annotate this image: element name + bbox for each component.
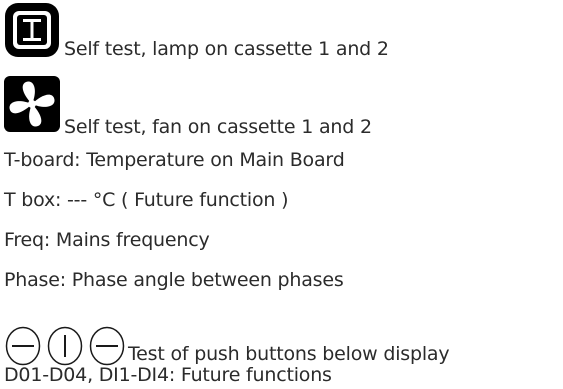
t-box-description: T box: --- °C ( Future function )	[4, 189, 289, 211]
lamp-icon	[5, 3, 59, 57]
minus-button-icon	[5, 326, 41, 366]
fan-test-label: Self test, fan on cassette 1 and 2	[64, 116, 372, 138]
d0-di-description: D01-D04, DI1-DI4: Future functions	[4, 364, 332, 386]
minus-button-icon	[89, 326, 125, 366]
lamp-test-label: Self test, lamp on cassette 1 and 2	[64, 38, 389, 60]
vertical-bar-button-icon	[47, 326, 83, 366]
t-board-description: T-board: Temperature on Main Board	[4, 149, 345, 171]
phase-description: Phase: Phase angle between phases	[4, 269, 344, 291]
freq-description: Freq: Mains frequency	[4, 229, 210, 251]
fan-icon	[4, 76, 60, 132]
